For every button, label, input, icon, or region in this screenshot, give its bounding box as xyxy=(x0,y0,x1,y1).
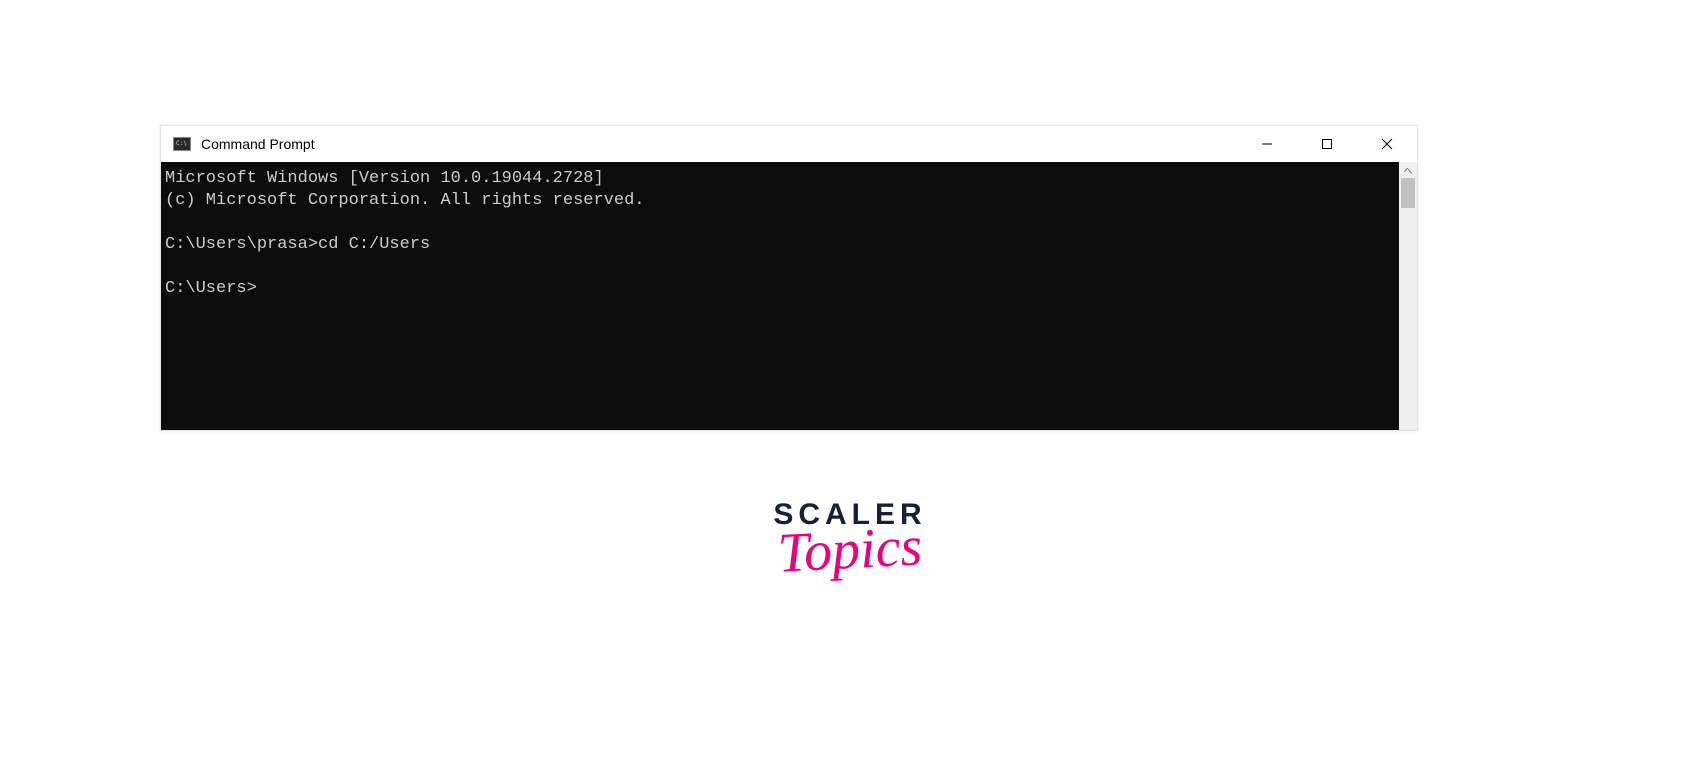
scaler-topics-logo: SCALER Topics xyxy=(773,498,926,578)
titlebar[interactable]: Command Prompt xyxy=(161,126,1417,162)
cmd-icon xyxy=(173,137,191,151)
window-controls xyxy=(1237,126,1417,162)
terminal-container: Microsoft Windows [Version 10.0.19044.27… xyxy=(161,162,1417,430)
close-button[interactable] xyxy=(1357,126,1417,162)
close-icon xyxy=(1381,138,1393,150)
window-title: Command Prompt xyxy=(201,136,1237,152)
terminal-line: Microsoft Windows [Version 10.0.19044.27… xyxy=(165,169,604,188)
terminal-line: (c) Microsoft Corporation. All rights re… xyxy=(165,191,644,210)
terminal-line: C:\Users> xyxy=(165,279,257,298)
maximize-icon xyxy=(1321,138,1333,150)
maximize-button[interactable] xyxy=(1297,126,1357,162)
terminal-line: C:\Users\prasa>cd C:/Users xyxy=(165,235,430,254)
terminal-output[interactable]: Microsoft Windows [Version 10.0.19044.27… xyxy=(161,162,1399,430)
scroll-up-icon[interactable]: ヘ xyxy=(1399,164,1417,177)
scrollbar[interactable]: ヘ xyxy=(1399,162,1417,430)
minimize-icon xyxy=(1261,138,1273,150)
minimize-button[interactable] xyxy=(1237,126,1297,162)
logo-text-topics: Topics xyxy=(772,518,928,582)
scroll-thumb[interactable] xyxy=(1401,178,1415,208)
command-prompt-window: Command Prompt Microsoft Windows [Versio… xyxy=(160,125,1418,431)
